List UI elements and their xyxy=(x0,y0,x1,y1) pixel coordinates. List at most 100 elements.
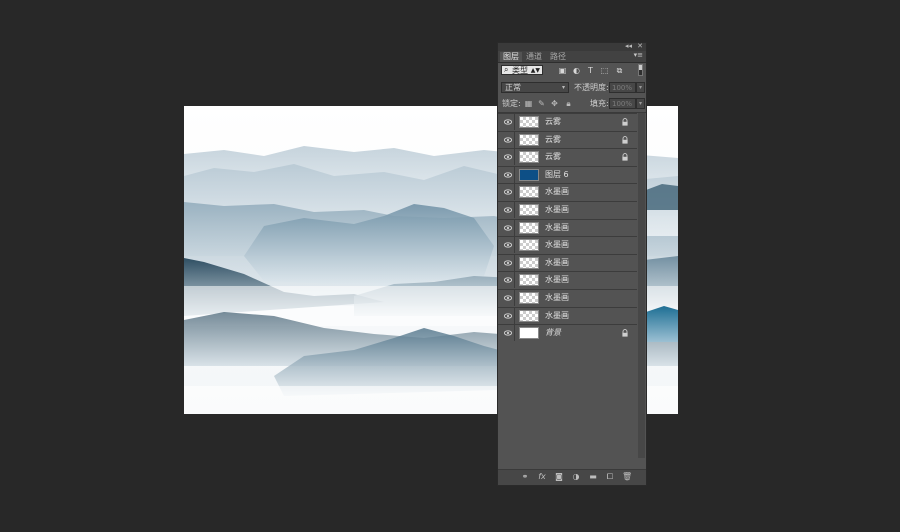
panel-tabs: 图层 通道 路径 ▾≡ xyxy=(498,51,646,63)
layer-thumbnail[interactable] xyxy=(519,274,539,287)
type-filter-icon[interactable]: T xyxy=(586,66,595,75)
tab-channels[interactable]: 通道 xyxy=(526,52,542,62)
opacity-dropdown[interactable]: ▾ xyxy=(636,82,645,93)
folder-icon[interactable]: ▬ xyxy=(588,472,598,482)
blend-mode-select[interactable]: 正常 ▾ xyxy=(501,82,569,93)
layers-list: 云雾 云雾 云雾 图层 6 水墨画 水墨画 水墨画 水墨画 水墨画 水墨画 水墨画 水墨画 背景 xyxy=(498,113,637,345)
layer-thumbnail[interactable] xyxy=(519,151,539,164)
lock-fill-row: 锁定: ▦ ✎ ✥ 🔒︎ 填充: 100% ▾ xyxy=(498,97,646,113)
layer-row[interactable]: 云雾 xyxy=(498,148,637,166)
blend-opacity-row: 正常 ▾ 不透明度: 100% ▾ xyxy=(498,80,646,95)
adjustment-layer-icon[interactable]: ◑ xyxy=(571,472,581,482)
visibility-eye-icon[interactable] xyxy=(501,166,515,183)
filter-toggle-switch[interactable] xyxy=(638,64,643,76)
image-filter-icon[interactable]: ▣ xyxy=(558,66,567,75)
visibility-eye-icon[interactable] xyxy=(501,184,515,201)
layer-thumbnail[interactable] xyxy=(519,186,539,199)
layer-thumbnail[interactable] xyxy=(519,239,539,252)
fill-dropdown[interactable]: ▾ xyxy=(636,98,645,109)
shape-filter-icon[interactable]: ⬚ xyxy=(600,66,609,75)
visibility-eye-icon[interactable] xyxy=(501,307,515,324)
opacity-input[interactable]: 100% xyxy=(609,82,636,93)
layer-filter-row: ⌕ 类型 ▲▼ ▣ ◐ T ⬚ ⧉ xyxy=(498,63,646,79)
layer-name[interactable]: 背景 xyxy=(545,325,561,341)
layer-name[interactable]: 水墨画 xyxy=(545,220,569,236)
layer-name[interactable]: 水墨画 xyxy=(545,290,569,306)
layers-panel: ◂◂ ✕ 图层 通道 路径 ▾≡ ⌕ 类型 ▲▼ ▣ ◐ T ⬚ ⧉ 正常 ▾ … xyxy=(497,42,647,486)
layer-row[interactable]: 水墨画 xyxy=(498,201,637,218)
layer-row[interactable]: 水墨画 xyxy=(498,236,637,254)
layer-row[interactable]: 水墨画 xyxy=(498,306,637,324)
filter-arrow-icon: ▲▼ xyxy=(530,67,540,74)
lock-position-icon[interactable]: ✥ xyxy=(550,99,559,108)
link-layers-icon[interactable]: ⚭ xyxy=(520,472,530,482)
layer-row[interactable]: 云雾 xyxy=(498,130,637,148)
layer-thumbnail[interactable] xyxy=(519,256,539,269)
layer-name[interactable]: 图层 6 xyxy=(545,167,569,183)
close-panel-icon[interactable]: ✕ xyxy=(637,42,643,50)
lock-transparent-pixels-icon[interactable]: ▦ xyxy=(524,99,533,108)
layer-thumbnail[interactable] xyxy=(519,204,539,216)
layer-row[interactable]: 水墨画 xyxy=(498,218,637,236)
layer-filter-select[interactable]: ⌕ 类型 ▲▼ xyxy=(501,65,543,75)
layer-name[interactable]: 水墨画 xyxy=(545,272,569,288)
visibility-eye-icon[interactable] xyxy=(501,325,515,342)
trash-icon[interactable]: 🗑︎ xyxy=(622,472,632,482)
layer-lock-icon xyxy=(621,118,629,126)
layer-name[interactable]: 水墨画 xyxy=(545,184,569,200)
tab-paths[interactable]: 路径 xyxy=(550,52,566,62)
tab-layers[interactable]: 图层 xyxy=(500,52,522,62)
fx-icon[interactable]: fx xyxy=(537,472,547,482)
layer-lock-icon xyxy=(621,329,629,337)
visibility-eye-icon[interactable] xyxy=(501,237,515,254)
layer-row[interactable]: 水墨画 xyxy=(498,183,637,201)
visibility-eye-icon[interactable] xyxy=(501,290,515,306)
layer-thumbnail[interactable] xyxy=(519,133,539,146)
panel-bottom-toolbar: ⚭ fx ◙ ◑ ▬ ⧠ 🗑︎ xyxy=(498,469,646,485)
layer-name[interactable]: 水墨画 xyxy=(545,255,569,271)
visibility-eye-icon[interactable] xyxy=(501,202,515,218)
panel-title-bar[interactable]: ◂◂ ✕ xyxy=(498,42,646,51)
layer-name[interactable]: 云雾 xyxy=(545,132,561,148)
layer-row[interactable]: 水墨画 xyxy=(498,253,637,271)
search-icon: ⌕ xyxy=(504,65,509,74)
layer-name[interactable]: 水墨画 xyxy=(545,308,569,324)
layer-lock-icon xyxy=(621,135,629,144)
panel-menu-icon[interactable]: ▾≡ xyxy=(634,51,643,59)
layer-thumbnail[interactable] xyxy=(519,327,539,340)
lock-all-icon[interactable]: 🔒︎ xyxy=(564,99,573,108)
layer-name[interactable]: 云雾 xyxy=(545,149,561,165)
layer-thumbnail[interactable] xyxy=(519,221,539,234)
lock-image-pixels-icon[interactable]: ✎ xyxy=(537,99,546,108)
layer-row[interactable]: 背景 xyxy=(498,324,637,342)
filter-type-label: 类型 xyxy=(512,66,528,75)
visibility-eye-icon[interactable] xyxy=(501,114,515,130)
layer-row[interactable]: 水墨画 xyxy=(498,289,637,306)
mask-icon[interactable]: ◙ xyxy=(554,472,564,482)
chevron-down-icon: ▾ xyxy=(561,84,565,91)
layer-thumbnail[interactable] xyxy=(519,309,539,322)
visibility-eye-icon[interactable] xyxy=(501,272,515,289)
new-layer-icon[interactable]: ⧠ xyxy=(605,472,615,482)
smart-object-filter-icon[interactable]: ⧉ xyxy=(615,66,624,75)
layer-row[interactable]: 水墨画 xyxy=(498,271,637,289)
layer-row[interactable]: 图层 6 xyxy=(498,165,637,183)
layer-thumbnail[interactable] xyxy=(519,168,539,181)
collapse-panel-icon[interactable]: ◂◂ xyxy=(625,42,632,50)
layer-name[interactable]: 云雾 xyxy=(545,114,561,130)
adjustment-filter-icon[interactable]: ◐ xyxy=(572,66,581,75)
visibility-eye-icon[interactable] xyxy=(501,254,515,271)
layer-name[interactable]: 水墨画 xyxy=(545,237,569,253)
layer-lock-icon xyxy=(621,153,629,161)
opacity-label: 不透明度: xyxy=(574,83,609,92)
layer-name[interactable]: 水墨画 xyxy=(545,202,569,218)
fill-input[interactable]: 100% xyxy=(609,98,636,109)
blend-mode-value: 正常 xyxy=(505,83,521,92)
layers-scrollbar[interactable] xyxy=(638,113,645,458)
visibility-eye-icon[interactable] xyxy=(501,149,515,166)
visibility-eye-icon[interactable] xyxy=(501,219,515,236)
visibility-eye-icon[interactable] xyxy=(501,131,515,148)
layer-thumbnail[interactable] xyxy=(519,116,539,128)
layer-thumbnail[interactable] xyxy=(519,292,539,304)
layer-row[interactable]: 云雾 xyxy=(498,113,637,130)
